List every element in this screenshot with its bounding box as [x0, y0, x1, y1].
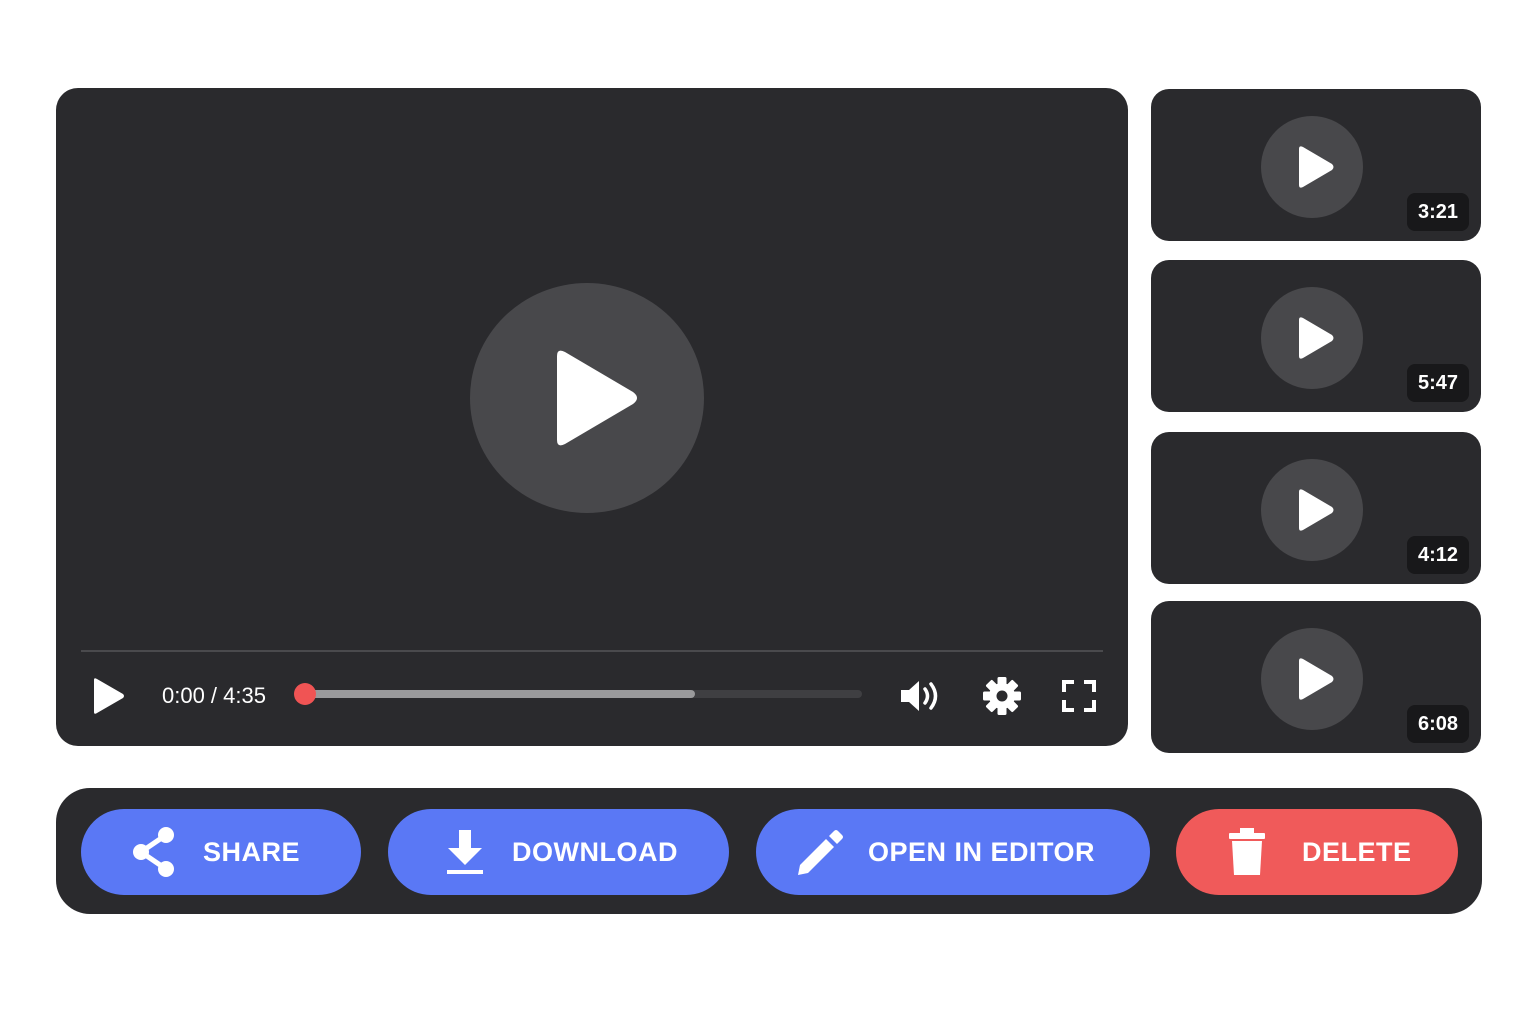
delete-button[interactable]: DELETE: [1176, 809, 1458, 895]
fullscreen-icon: [1062, 680, 1096, 712]
trash-icon: [1222, 827, 1272, 877]
big-play-button[interactable]: [470, 283, 704, 513]
playlist-thumbnail[interactable]: 4:12: [1151, 432, 1481, 584]
controls-divider: [81, 650, 1103, 652]
share-icon: [129, 827, 179, 877]
duration-badge: 4:12: [1406, 536, 1469, 574]
duration-badge: 3:21: [1406, 193, 1469, 231]
duration-badge: 5:47: [1406, 364, 1469, 402]
gear-icon: [983, 677, 1021, 715]
fullscreen-button[interactable]: [1055, 674, 1103, 718]
thumbnail-play-button[interactable]: [1261, 116, 1363, 218]
duration-badge: 6:08: [1406, 705, 1469, 743]
progress-buffered: [306, 690, 696, 698]
playlist-thumbnail[interactable]: 5:47: [1151, 260, 1481, 412]
thumbnail-play-button[interactable]: [1261, 628, 1363, 730]
playlist-thumbnail[interactable]: 3:21: [1151, 89, 1481, 241]
delete-label: DELETE: [1302, 836, 1412, 867]
share-label: SHARE: [203, 836, 301, 867]
time-display: 0:00 / 4:35: [162, 683, 266, 708]
playlist-thumbnail[interactable]: 6:08: [1151, 601, 1481, 753]
download-button[interactable]: DOWNLOAD: [388, 809, 729, 895]
play-icon: [1299, 489, 1334, 531]
play-icon: [557, 350, 637, 446]
open-in-editor-button[interactable]: OPEN IN EDITOR: [756, 809, 1150, 895]
download-icon: [440, 827, 490, 877]
open-in-editor-label: OPEN IN EDITOR: [868, 836, 1096, 867]
share-button[interactable]: SHARE: [81, 809, 361, 895]
settings-button[interactable]: [978, 674, 1026, 718]
pencil-icon: [794, 827, 844, 877]
play-icon: [1299, 317, 1334, 359]
video-player[interactable]: 0:00 / 4:35: [56, 88, 1128, 746]
action-bar: SHARE DOWNLOAD OPEN IN EDITOR DELETE: [56, 788, 1482, 914]
volume-button[interactable]: [898, 674, 946, 718]
thumbnail-play-button[interactable]: [1261, 287, 1363, 389]
volume-icon: [901, 681, 938, 711]
play-icon: [1299, 658, 1334, 700]
play-button[interactable]: [90, 676, 126, 716]
play-icon: [1299, 146, 1334, 188]
download-label: DOWNLOAD: [512, 836, 678, 867]
playhead-handle[interactable]: [294, 683, 316, 705]
thumbnail-play-button[interactable]: [1261, 459, 1363, 561]
play-icon: [94, 678, 124, 714]
progress-bar[interactable]: [294, 683, 862, 705]
